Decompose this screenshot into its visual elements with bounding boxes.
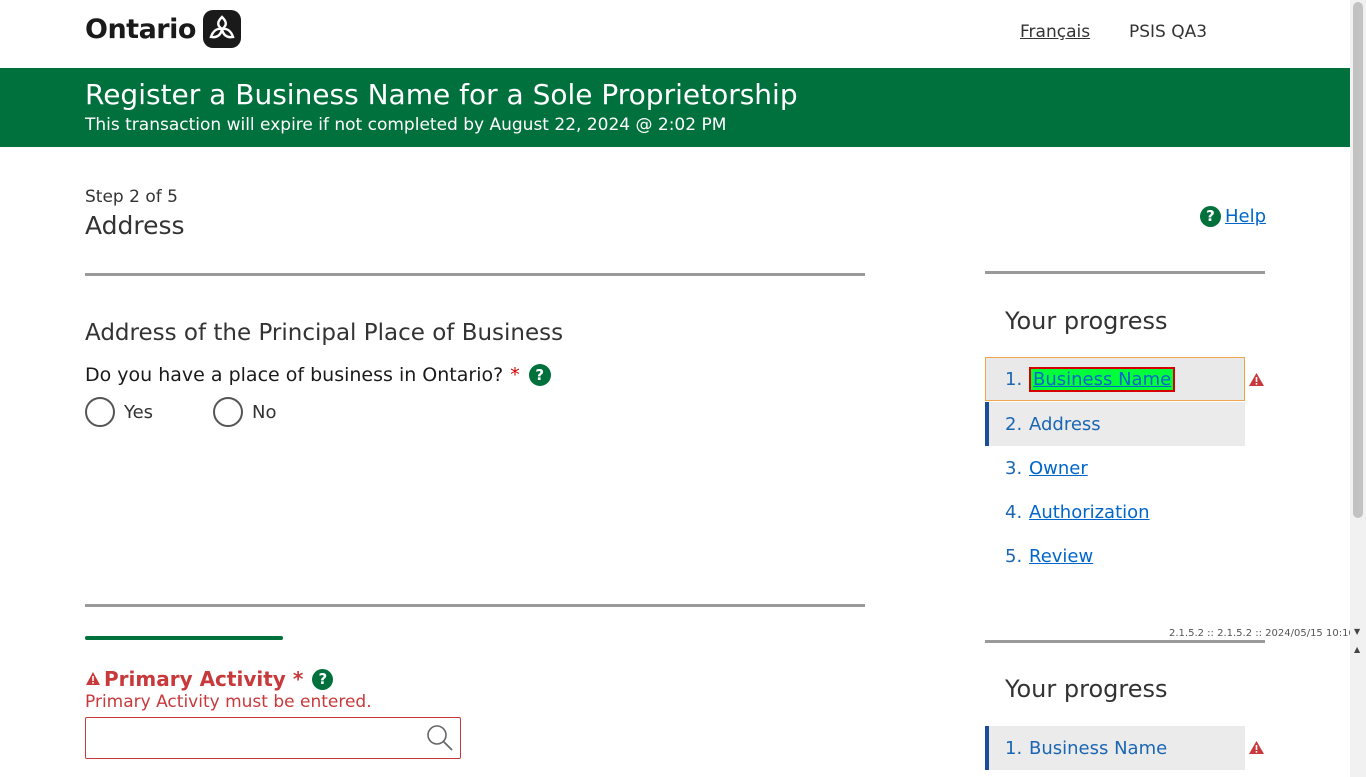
progress-item-owner[interactable]: 3. Owner (985, 446, 1245, 490)
scrollbar-thumb[interactable] (1353, 2, 1363, 518)
radio-no[interactable]: No (213, 397, 276, 427)
step-counter: Step 2 of 5 (85, 187, 178, 207)
primary-activity-help-icon[interactable]: ? (312, 668, 334, 690)
progress-number: 2. (1005, 413, 1023, 435)
progress-label-business-name: Business Name (1029, 737, 1168, 759)
place-of-business-question: Do you have a place of business in Ontar… (85, 364, 551, 386)
progress-number: 5. (1005, 545, 1023, 567)
section-accent-bar (85, 636, 283, 640)
step-title: Address (85, 211, 185, 240)
question-circle-icon: ? (1200, 206, 1221, 227)
radio-label-no: No (252, 401, 277, 423)
progress-item-business-name[interactable]: 1. Business Name (985, 357, 1245, 401)
primary-activity-error: Primary Activity must be entered. (85, 692, 372, 712)
sidebar-divider (985, 271, 1265, 274)
primary-activity-label: Primary Activity * ? (85, 667, 334, 691)
progress-item-review[interactable]: 5. Review (985, 534, 1245, 578)
progress-number: 1. (1005, 368, 1023, 390)
question-text: Do you have a place of business in Ontar… (85, 364, 504, 386)
logo-text: Ontario (85, 13, 196, 45)
radio-button[interactable] (213, 397, 243, 427)
progress-label-address: Address (1029, 413, 1101, 435)
page-title: Register a Business Name for a Sole Prop… (85, 78, 798, 111)
progress-item-authorization[interactable]: 4. Authorization (985, 490, 1245, 534)
trillium-icon (202, 10, 241, 48)
warning-icon (1248, 740, 1265, 759)
language-toggle-link[interactable]: Français (1020, 22, 1090, 42)
section-heading: Address of the Principal Place of Busine… (85, 320, 564, 346)
help-label: Help (1225, 206, 1267, 227)
page-scrollbar[interactable]: ▼ ▲ (1350, 0, 1366, 777)
page-banner: Register a Business Name for a Sole Prop… (0, 68, 1350, 147)
expiry-notice: This transaction will expire if not comp… (85, 115, 727, 135)
progress-number: 4. (1005, 501, 1023, 523)
search-icon[interactable] (425, 723, 455, 757)
progress-title: Your progress (1005, 307, 1168, 335)
progress-link-review[interactable]: Review (1029, 546, 1093, 567)
progress-item-address: 2. Address (985, 402, 1245, 446)
warning-icon (85, 667, 101, 691)
required-marker: * (510, 364, 520, 386)
section-divider (85, 604, 865, 607)
progress-link-business-name[interactable]: Business Name (1029, 366, 1176, 392)
required-marker: * (292, 667, 304, 691)
primary-activity-text: Primary Activity (104, 667, 286, 691)
progress-number: 3. (1005, 457, 1023, 479)
radio-yes[interactable]: Yes (85, 397, 153, 427)
progress-link-owner[interactable]: Owner (1029, 458, 1088, 479)
ontario-logo[interactable]: Ontario (85, 10, 241, 48)
radio-button[interactable] (85, 397, 115, 427)
warning-icon (1248, 372, 1265, 391)
help-link[interactable]: ? Help (1200, 206, 1266, 227)
version-label: 2.1.5.2 :: 2.1.5.2 :: 2024/05/15 10:16 (1169, 628, 1355, 639)
progress-link-authorization[interactable]: Authorization (1029, 502, 1150, 523)
chevron-up-icon[interactable]: ▲ (1354, 645, 1360, 654)
progress-number: 1. (1005, 737, 1023, 759)
radio-label-yes: Yes (124, 401, 154, 423)
progress-item-business-name[interactable]: 1. Business Name (985, 726, 1245, 770)
chevron-down-icon[interactable]: ▼ (1354, 627, 1360, 636)
top-bar: Ontario Français PSIS QA3 (0, 0, 1350, 68)
primary-activity-input[interactable] (85, 717, 461, 759)
question-help-icon[interactable]: ? (528, 364, 551, 386)
progress-title: Your progress (1005, 675, 1168, 703)
sidebar-divider (985, 640, 1265, 643)
environment-label: PSIS QA3 (1129, 22, 1208, 42)
section-divider (85, 273, 865, 276)
